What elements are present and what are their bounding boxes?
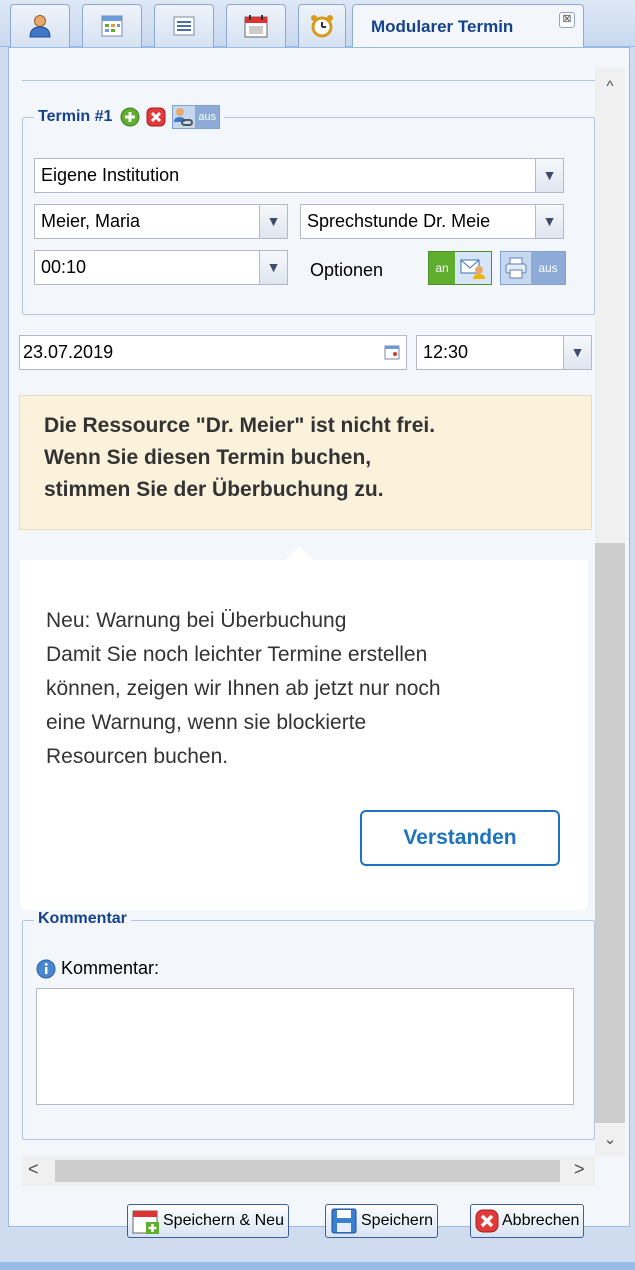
chevron-down-icon[interactable]: ▼ [259, 251, 287, 284]
scrollbar-thumb[interactable] [55, 1160, 560, 1182]
print-toggle[interactable]: aus [500, 251, 566, 285]
time-select[interactable]: 12:30 ▼ [416, 335, 592, 370]
cancel-icon [475, 1209, 499, 1233]
kommentar-label-row: Kommentar: [36, 958, 159, 979]
institution-value: Eigene Institution [41, 165, 180, 185]
person-select[interactable]: Meier, Maria ▼ [34, 204, 288, 239]
popup-line: Damit Sie noch leichter Termine erstelle… [46, 643, 428, 666]
tab-patients[interactable] [10, 4, 70, 47]
notify-icon-wrap [455, 252, 491, 284]
popup-line: können, zeigen wir Ihnen ab jetzt nur no… [46, 677, 441, 700]
app-window: Modularer Termin ⊠ ^ ⌄ Termin #1 aus Eig… [0, 0, 635, 1270]
save-button[interactable]: Speichern [325, 1204, 439, 1238]
warning-line: Wenn Sie diesen Termin buchen, [44, 446, 372, 469]
resource-select[interactable]: Sprechstunde Dr. Meie ▼ [300, 204, 564, 239]
horizontal-scrollbar[interactable]: < > [22, 1156, 595, 1186]
remove-termin-icon[interactable] [146, 107, 166, 127]
tab-list[interactable] [154, 4, 214, 47]
save-new-label: Speichern & Neu [163, 1212, 284, 1229]
list-icon [173, 16, 195, 36]
popup-text: Neu: Warnung bei Überbuchung Damit Sie n… [46, 604, 441, 774]
alarm-clock-icon [311, 15, 333, 38]
close-icon[interactable]: ⊠ [559, 12, 575, 28]
chevron-down-icon[interactable]: ▼ [535, 159, 563, 192]
cancel-button[interactable]: Abbrechen [470, 1204, 585, 1238]
notify-toggle-label: an [429, 252, 455, 284]
floppy-disk-icon [331, 1208, 357, 1234]
link-toggle[interactable]: aus [172, 105, 221, 129]
scroll-right-icon[interactable]: > [574, 1159, 585, 1180]
tab-reminder[interactable] [298, 4, 346, 47]
overbooking-warning: Die Ressource "Dr. Meier" ist nicht frei… [19, 395, 592, 530]
date-value: 23.07.2019 [23, 342, 114, 362]
print-icon-wrap [501, 252, 531, 284]
options-label: Optionen [310, 260, 384, 280]
calendar-grid-icon [101, 15, 123, 37]
mail-user-icon [460, 259, 485, 279]
info-popup: Neu: Warnung bei Überbuchung Damit Sie n… [20, 560, 588, 910]
save-label: Speichern [361, 1212, 434, 1229]
duration-value: 00:10 [41, 257, 87, 277]
person-value: Meier, Maria [41, 211, 141, 231]
tab-calendar[interactable] [82, 4, 142, 47]
scroll-down-icon[interactable]: ⌄ [595, 1130, 625, 1148]
institution-select[interactable]: Eigene Institution ▼ [34, 158, 564, 193]
scroll-up-icon[interactable]: ^ [595, 78, 625, 95]
termin-legend: Termin #1 aus [34, 105, 225, 129]
window-bottom-border [0, 1262, 635, 1270]
link-users-icon [174, 108, 194, 126]
calendar-clock-icon [244, 15, 268, 38]
vertical-scrollbar[interactable]: ^ ⌄ [595, 68, 625, 1156]
info-icon [36, 959, 56, 978]
tab-schedule[interactable] [226, 4, 286, 47]
scroll-left-icon[interactable]: < [28, 1159, 39, 1180]
tab-bar: Modularer Termin ⊠ [0, 0, 635, 48]
kommentar-legend: Kommentar [34, 910, 131, 928]
calendar-add-icon [132, 1210, 159, 1234]
date-field[interactable]: 23.07.2019 [19, 335, 407, 370]
scrollbar-thumb[interactable] [595, 543, 625, 1123]
popup-line: eine Warnung, wenn sie blockierte [46, 711, 367, 734]
understood-button[interactable]: Verstanden [360, 810, 560, 866]
resource-value: Sprechstunde Dr. Meie [307, 211, 491, 231]
kommentar-textarea[interactable] [36, 988, 574, 1105]
notify-toggle[interactable]: an [428, 251, 492, 285]
kommentar-label: Kommentar: [61, 958, 160, 978]
popup-line: Resourcen buchen. [46, 745, 229, 768]
calendar-picker-icon[interactable] [378, 336, 406, 369]
divider [22, 80, 595, 81]
save-new-button[interactable]: Speichern & Neu [127, 1204, 289, 1238]
termin-title: Termin #1 [38, 108, 113, 126]
tab-modularer-termin[interactable]: Modularer Termin ⊠ [352, 4, 584, 48]
add-termin-icon[interactable] [120, 107, 140, 127]
tab-title: Modularer Termin [371, 16, 514, 36]
chevron-down-icon[interactable]: ▼ [563, 336, 591, 369]
popup-line: Neu: Warnung bei Überbuchung [46, 609, 347, 632]
warning-line: stimmen Sie der Überbuchung zu. [44, 478, 384, 501]
print-toggle-label: aus [531, 252, 565, 284]
warning-line: Die Ressource "Dr. Meier" ist nicht frei… [44, 414, 436, 437]
time-value: 12:30 [423, 342, 469, 362]
cancel-label: Abbrechen [502, 1212, 580, 1229]
user-icon [29, 15, 51, 38]
duration-select[interactable]: 00:10 ▼ [34, 250, 288, 285]
chevron-down-icon[interactable]: ▼ [259, 205, 287, 238]
chevron-down-icon[interactable]: ▼ [535, 205, 563, 238]
toggle-label: aus [195, 106, 220, 128]
printer-icon [505, 257, 527, 279]
